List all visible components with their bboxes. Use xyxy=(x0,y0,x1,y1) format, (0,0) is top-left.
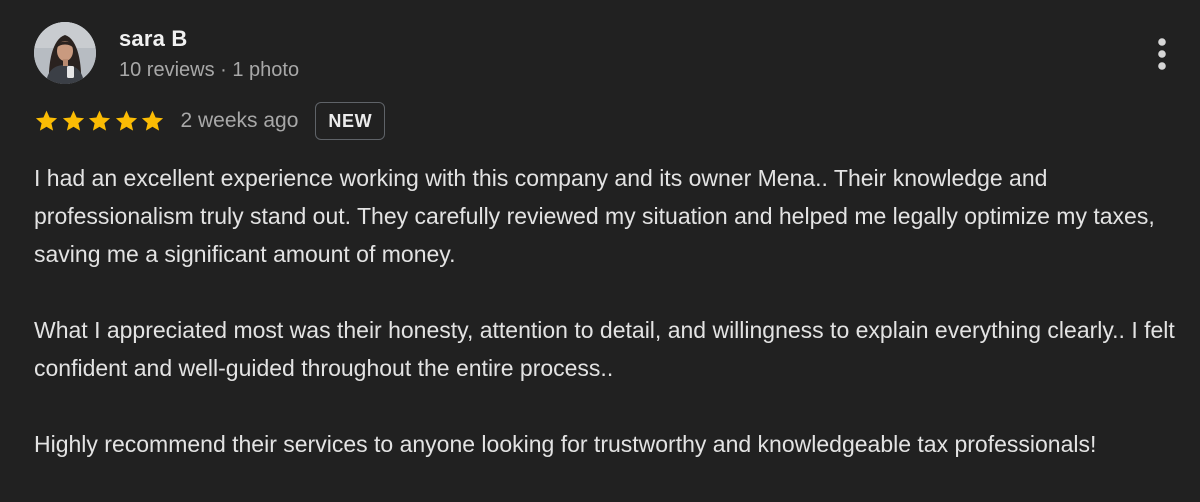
reviewer-info: sara B 10 reviews · 1 photo xyxy=(119,22,299,83)
more-options-button[interactable] xyxy=(1148,34,1176,74)
star-icon xyxy=(115,110,137,131)
more-vert-icon xyxy=(1158,38,1166,70)
star-icon xyxy=(141,110,164,131)
review-paragraph: I had an excellent experience working wi… xyxy=(34,165,1155,267)
review-header: sara B 10 reviews · 1 photo xyxy=(34,22,299,84)
review-text: I had an excellent experience working wi… xyxy=(34,159,1184,501)
review-card: sara B 10 reviews · 1 photo 2 weeks ago … xyxy=(0,0,1200,502)
new-badge: NEW xyxy=(315,102,386,140)
reviewer-stats: 10 reviews · 1 photo xyxy=(119,59,300,81)
avatar[interactable] xyxy=(34,22,96,84)
star-icon xyxy=(35,110,58,131)
star-rating xyxy=(34,109,167,133)
review-paragraph: Highly recommend their services to anyon… xyxy=(34,431,1097,457)
review-paragraph: What I appreciated most was their honest… xyxy=(34,317,1175,381)
rating-row: 2 weeks ago NEW xyxy=(34,100,386,142)
avatar-photo xyxy=(34,22,96,84)
star-icon xyxy=(62,110,84,131)
reviewer-name[interactable]: sara B xyxy=(119,26,299,52)
review-date: 2 weeks ago xyxy=(180,109,299,132)
star-icon xyxy=(88,110,111,131)
